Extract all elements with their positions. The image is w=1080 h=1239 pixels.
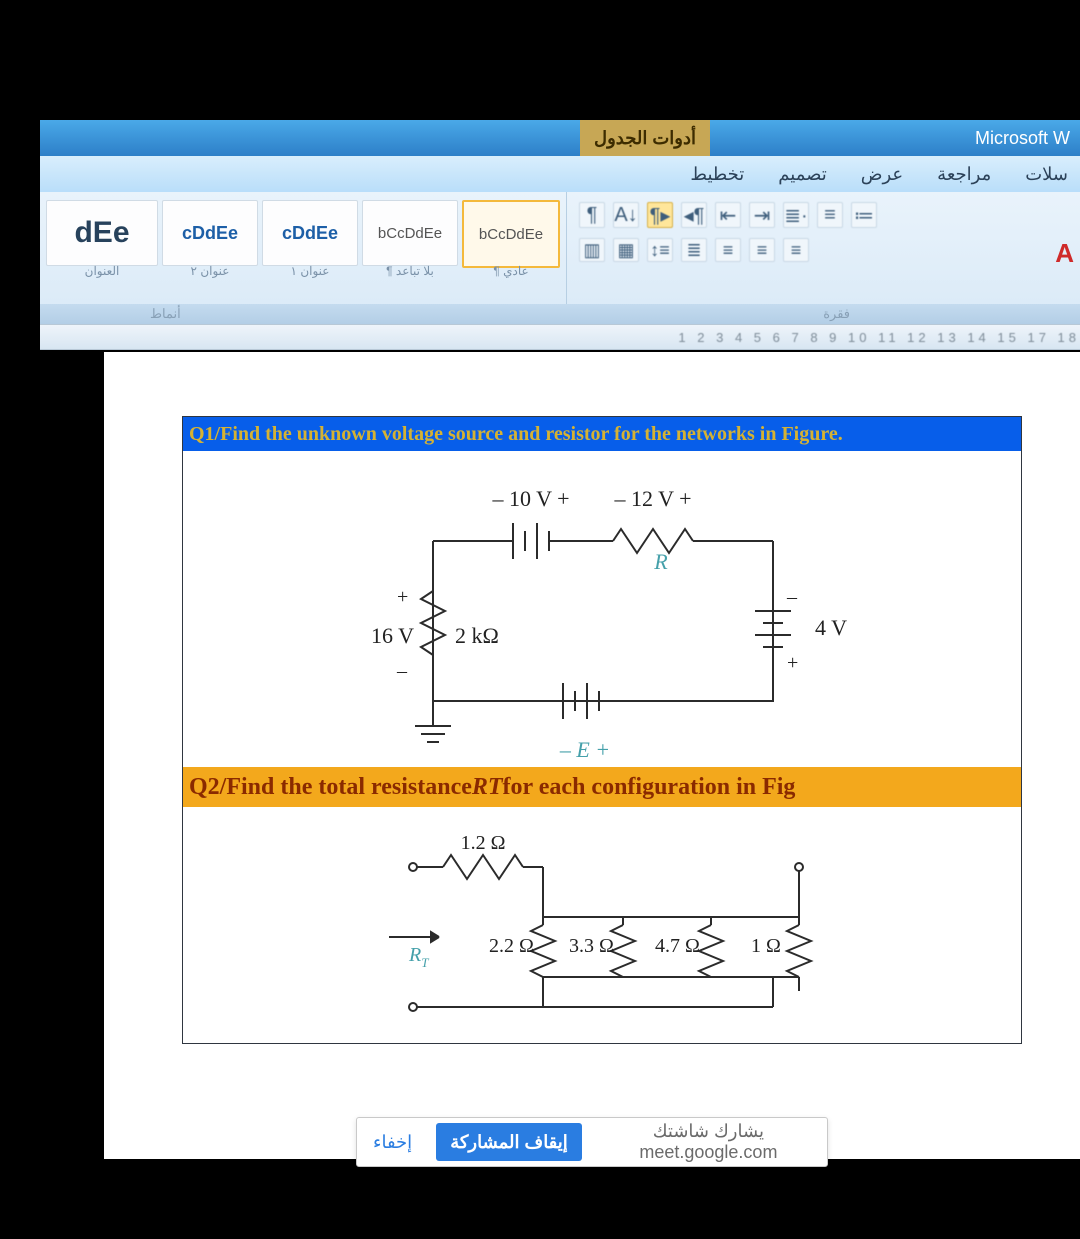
screen-share-bar: إخفاء إيقاف المشاركة يشارك شاشتك meet.go… xyxy=(356,1117,828,1167)
style-heading2-label: عنوان ٢ xyxy=(162,264,258,278)
svg-text:+: + xyxy=(787,652,798,674)
svg-text:3.3 Ω: 3.3 Ω xyxy=(569,935,614,957)
svg-text:1.2 Ω: 1.2 Ω xyxy=(461,832,506,854)
q1-header: Q1/Find the unknown voltage source and r… xyxy=(183,417,1021,451)
style-heading2[interactable]: cDdEe xyxy=(162,200,258,266)
tab-mail[interactable]: سلات xyxy=(1025,164,1068,185)
indent-inc-icon[interactable]: ⇥ xyxy=(749,202,775,228)
ltr-icon[interactable]: ¶▸ xyxy=(647,202,673,228)
q2-text-rt: RT xyxy=(472,774,503,801)
style-title[interactable]: dEe xyxy=(46,200,158,266)
style-no-space[interactable]: bCcDdEe xyxy=(362,200,458,266)
hide-button[interactable]: إخفاء xyxy=(357,1132,428,1153)
app-brand: Microsoft W xyxy=(965,128,1080,149)
style-heading1[interactable]: cDdEe xyxy=(262,200,358,266)
shading-icon[interactable]: ▥ xyxy=(579,238,605,262)
stop-sharing-button[interactable]: إيقاف المشاركة xyxy=(436,1123,582,1161)
ribbon: dEeالعنوان cDdEeعنوان ٢ cDdEeعنوان ١ bCc… xyxy=(40,192,1080,304)
tab-layout[interactable]: تخطيط xyxy=(690,164,744,185)
style-no-space-label: ¶ بلا تباعد xyxy=(362,264,458,278)
align-center-icon[interactable]: ≡ xyxy=(749,238,775,262)
font-color-partial: A xyxy=(1055,238,1074,269)
group-paragraph-label: فقرة xyxy=(823,306,850,322)
paragraph-group: ¶ A↓ ¶▸ ◂¶ ⇤ ⇥ ≣· ≡ ≔ ▥ ▦ ↕≡ ≣ ≡ ≡ xyxy=(567,192,1080,304)
q2-header: Q2/Find the total resistance RT for each… xyxy=(183,767,1021,807)
group-styles-label: أنماط xyxy=(150,306,181,322)
rtl-icon[interactable]: ◂¶ xyxy=(681,202,707,228)
svg-text:–: – xyxy=(396,660,408,682)
tab-review[interactable]: مراجعة xyxy=(937,164,991,185)
svg-text:– 10 V +: – 10 V + xyxy=(492,486,570,511)
svg-text:R: R xyxy=(653,549,668,574)
style-normal-label: ¶ عادي xyxy=(462,264,560,278)
style-title-label: العنوان xyxy=(46,264,158,278)
svg-text:1 Ω: 1 Ω xyxy=(751,935,781,957)
window-titlebar: أدوات الجدول Microsoft W xyxy=(40,120,1080,156)
svg-text:–: – xyxy=(786,586,798,608)
ribbon-tabs: تخطيط تصميم عرض مراجعة سلات xyxy=(40,156,1080,192)
share-message: يشارك شاشتك meet.google.com xyxy=(590,1121,827,1163)
style-heading1-label: عنوان ١ xyxy=(262,264,358,278)
tab-design[interactable]: تصميم xyxy=(778,164,826,185)
svg-text:+: + xyxy=(397,586,408,608)
pilcrow-icon[interactable]: ¶ xyxy=(579,202,605,228)
q2-circuit-diagram: 1.2 Ω 2.2 Ω 3.3 Ω 4.7 Ω 1 Ω RT xyxy=(183,807,1021,1043)
q1-circuit-diagram: – 10 V + – 12 V + R + 16 V – 2 kΩ 4 V – … xyxy=(183,451,1021,767)
style-normal[interactable]: bCcDdEe xyxy=(462,200,560,268)
align-right-icon[interactable]: ≡ xyxy=(715,238,741,262)
numlist-icon[interactable]: ≡ xyxy=(817,202,843,228)
bulletlist-icon[interactable]: ≔ xyxy=(851,202,877,228)
svg-text:– 12 V +: – 12 V + xyxy=(614,486,692,511)
svg-text:– E +: – E + xyxy=(559,737,610,762)
svg-text:4.7 Ω: 4.7 Ω xyxy=(655,935,700,957)
indent-dec-icon[interactable]: ⇤ xyxy=(715,202,741,228)
svg-text:2.2 Ω: 2.2 Ω xyxy=(489,935,534,957)
multilist-icon[interactable]: ≣· xyxy=(783,202,809,228)
q2-text-c: for each configuration in Fig xyxy=(503,774,796,801)
svg-text:RT: RT xyxy=(408,944,429,970)
tab-view[interactable]: عرض xyxy=(861,164,903,185)
svg-text:16 V: 16 V xyxy=(371,623,414,648)
svg-text:4 V: 4 V xyxy=(815,615,847,640)
horizontal-ruler[interactable]: 1 2 3 4 5 6 7 8 9 10 11 12 13 14 15 17 1… xyxy=(40,324,1080,350)
sort-icon[interactable]: A↓ xyxy=(613,202,639,228)
svg-text:2 kΩ: 2 kΩ xyxy=(455,623,499,648)
linespace-icon[interactable]: ↕≡ xyxy=(647,238,673,262)
styles-gallery[interactable]: dEeالعنوان cDdEeعنوان ٢ cDdEeعنوان ١ bCc… xyxy=(40,192,567,304)
ruler-ticks: 1 2 3 4 5 6 7 8 9 10 11 12 13 14 15 17 1… xyxy=(110,325,1080,349)
content-table-cell: Q1/Find the unknown voltage source and r… xyxy=(182,416,1022,1044)
document-canvas[interactable]: Q1/Find the unknown voltage source and r… xyxy=(104,352,1080,1159)
borders-icon[interactable]: ▦ xyxy=(613,238,639,262)
align-left-icon[interactable]: ≡ xyxy=(783,238,809,262)
contextual-tab-table-tools: أدوات الجدول xyxy=(580,120,710,156)
align-justify-icon[interactable]: ≣ xyxy=(681,238,707,262)
ribbon-group-labels: أنماط فقرة xyxy=(40,304,1080,324)
q2-text-a: Q2/Find the total resistance xyxy=(189,774,472,801)
